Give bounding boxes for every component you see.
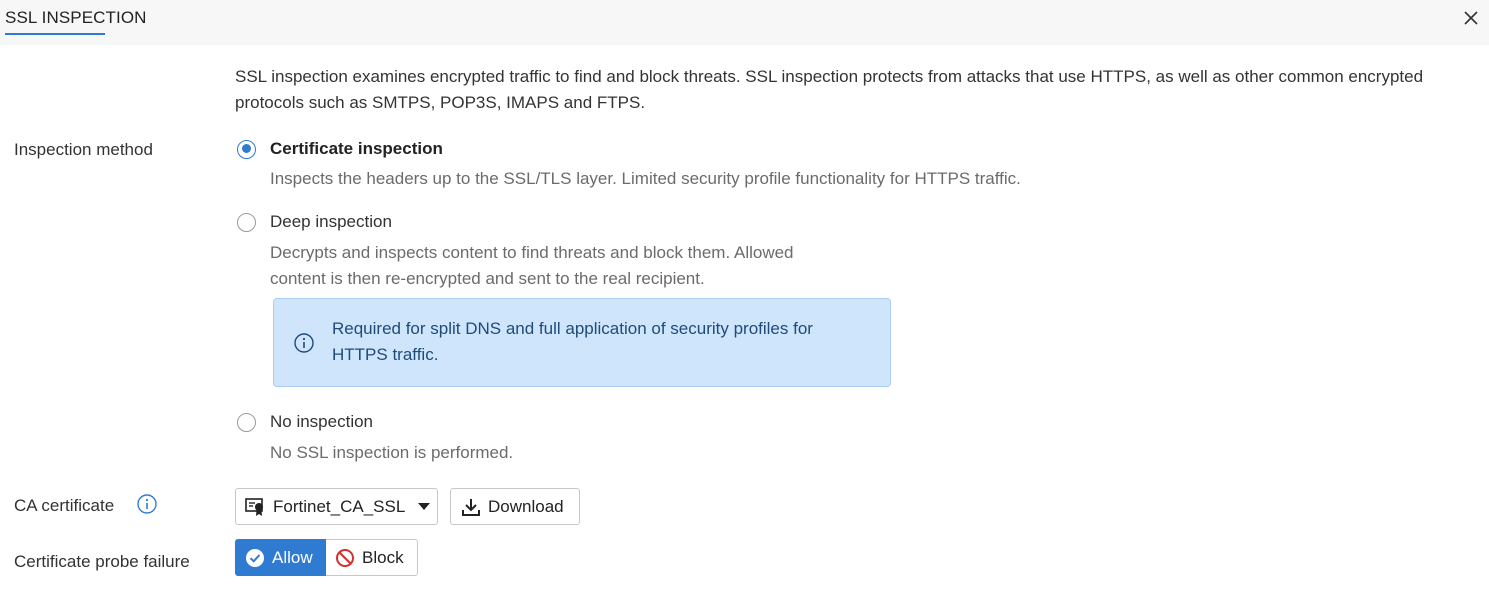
intro-text: SSL inspection examines encrypted traffi… [235, 67, 1424, 112]
info-icon[interactable] [136, 493, 158, 515]
ca-certificate-select[interactable]: Fortinet_CA_SSL [235, 488, 438, 525]
title-underline [5, 33, 105, 35]
radio-no-inspection[interactable]: No inspection [237, 412, 373, 432]
radio-button[interactable] [237, 412, 256, 432]
info-line1: Required for split DNS and full applicat… [332, 319, 813, 338]
selected-certificate: Fortinet_CA_SSL [273, 496, 406, 516]
probe-failure-toggle: Allow Block [235, 539, 418, 576]
deep-inspection-description-line2: content is then re-encrypted and sent to… [270, 269, 705, 288]
dialog-title: SSL INSPECTION [5, 8, 147, 27]
allow-label: Allow [272, 547, 313, 567]
download-icon [462, 498, 480, 516]
certificate-icon [245, 497, 263, 516]
block-button[interactable]: Block [326, 539, 418, 576]
radio-button[interactable] [237, 212, 256, 232]
check-circle-icon [246, 548, 264, 567]
block-label: Block [362, 547, 404, 567]
info-icon [294, 333, 314, 353]
download-button[interactable]: Download [450, 488, 580, 525]
radio-label: Certificate inspection [270, 139, 443, 158]
close-icon[interactable] [1460, 7, 1482, 29]
info-message-box: Required for split DNS and full applicat… [273, 298, 891, 387]
radio-label: No inspection [270, 412, 374, 431]
caret-down-icon [418, 503, 430, 510]
block-icon [336, 548, 354, 567]
probe-failure-label: Certificate probe failure [14, 552, 190, 571]
radio-deep-inspection[interactable]: Deep inspection [237, 212, 392, 232]
info-message-text: Required for split DNS and full applicat… [332, 316, 882, 368]
radio-label: Deep inspection [270, 212, 392, 231]
radio-button-checked[interactable] [237, 139, 256, 159]
allow-button[interactable]: Allow [235, 539, 326, 576]
ca-certificate-label: CA certificate [14, 496, 115, 515]
deep-inspection-description-line1: Decrypts and inspects content to find th… [270, 243, 794, 262]
inspection-method-label: Inspection method [14, 140, 153, 159]
radio-certificate-inspection[interactable]: Certificate inspection [237, 139, 443, 159]
info-line2: HTTPS traffic. [332, 345, 439, 364]
download-label: Download [488, 496, 564, 516]
certificate-inspection-description: Inspects the headers up to the SSL/TLS l… [270, 169, 1021, 188]
dialog-header: SSL INSPECTION [0, 0, 1489, 45]
no-inspection-description: No SSL inspection is performed. [270, 443, 514, 462]
